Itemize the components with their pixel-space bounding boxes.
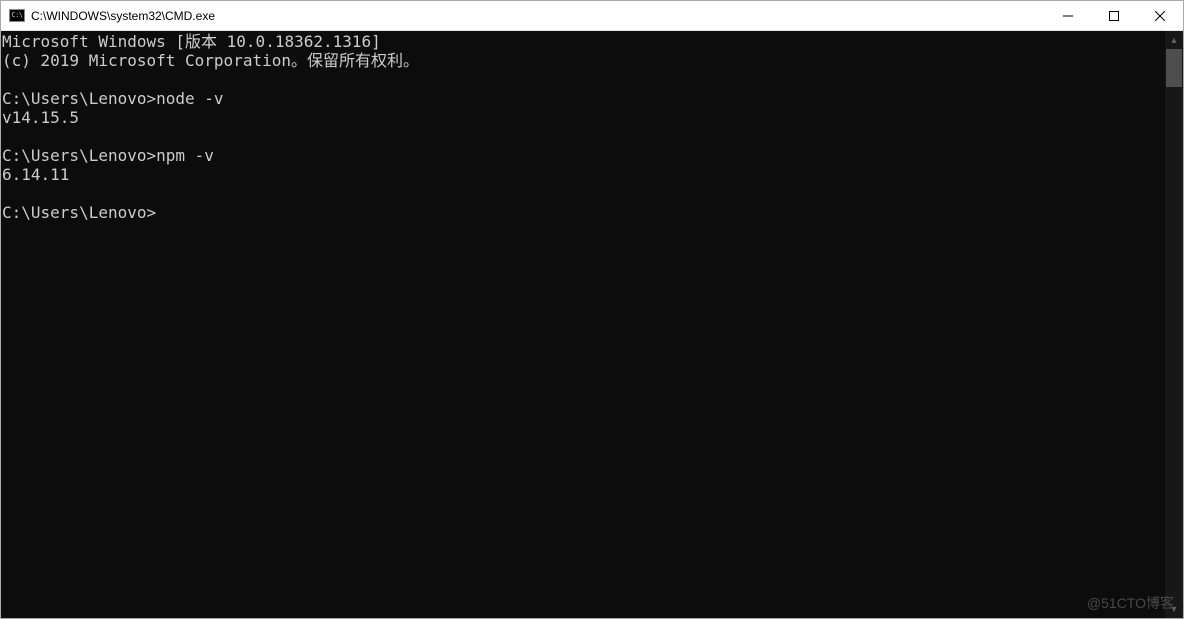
console-area: Microsoft Windows [版本 10.0.18362.1316] (… [1, 31, 1183, 618]
titlebar[interactable]: C:\ C:\WINDOWS\system32\CMD.exe [1, 1, 1183, 31]
vertical-scrollbar[interactable]: ▲ ▼ [1165, 31, 1183, 618]
scroll-thumb[interactable] [1166, 49, 1182, 87]
minimize-button[interactable] [1045, 1, 1091, 30]
window-controls [1045, 1, 1183, 30]
console-output[interactable]: Microsoft Windows [版本 10.0.18362.1316] (… [1, 31, 1165, 618]
close-icon [1155, 11, 1165, 21]
maximize-icon [1109, 11, 1119, 21]
cmd-window: C:\ C:\WINDOWS\system32\CMD.exe Microsof… [0, 0, 1184, 619]
minimize-icon [1063, 11, 1073, 21]
window-title: C:\WINDOWS\system32\CMD.exe [31, 9, 1045, 23]
scroll-down-arrow-icon[interactable]: ▼ [1165, 600, 1183, 618]
scroll-up-arrow-icon[interactable]: ▲ [1165, 31, 1183, 49]
maximize-button[interactable] [1091, 1, 1137, 30]
cmd-icon: C:\ [9, 9, 25, 22]
close-button[interactable] [1137, 1, 1183, 30]
